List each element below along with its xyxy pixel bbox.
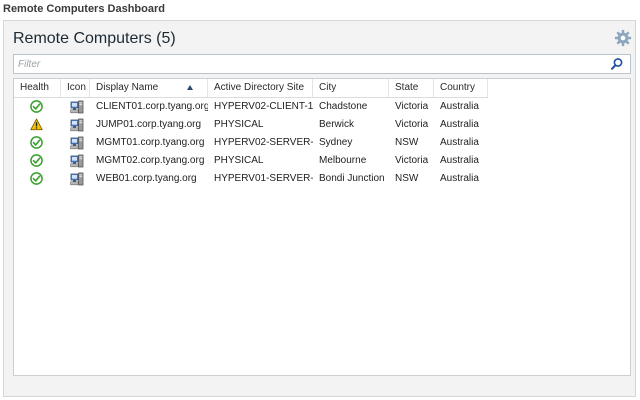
- column-header-display-name[interactable]: Display Name: [90, 79, 208, 97]
- table-row[interactable]: MGMT02.corp.tyang.org PHYSICAL Melbourne…: [14, 152, 488, 170]
- healthy-check-icon: [30, 172, 43, 185]
- computer-icon: [70, 118, 84, 132]
- panel-title: Remote Computers (5): [13, 30, 176, 47]
- display-name-cell: MGMT02.corp.tyang.org: [96, 155, 205, 166]
- display-name-cell: MGMT01.corp.tyang.org: [96, 137, 205, 148]
- country-cell: Australia: [440, 119, 479, 130]
- icon-cell: [61, 170, 90, 188]
- healthy-check-icon: [30, 100, 43, 113]
- table-row[interactable]: WEB01.corp.tyang.org HYPERV01-SERVER-1 B…: [14, 170, 488, 188]
- health-cell: [14, 152, 61, 170]
- ad-site-cell: PHYSICAL: [214, 155, 264, 166]
- city-cell: Melbourne: [319, 155, 367, 166]
- column-header-city[interactable]: City: [313, 79, 389, 97]
- health-cell: [14, 116, 61, 134]
- health-cell: [14, 170, 61, 188]
- city-cell: Chadstone: [319, 101, 368, 112]
- table-row[interactable]: MGMT01.corp.tyang.org HYPERV02-SERVER-1 …: [14, 134, 488, 152]
- table-header: Health Icon Display Name Active Director…: [14, 79, 488, 98]
- icon-cell: [61, 116, 90, 134]
- filter-box: [13, 54, 631, 74]
- state-cell: NSW: [395, 173, 419, 184]
- sort-ascending-icon: [187, 85, 193, 90]
- ad-site-cell: HYPERV01-SERVER-1: [214, 173, 313, 184]
- city-cell: Berwick: [319, 119, 355, 130]
- health-cell: [14, 134, 61, 152]
- state-cell: Victoria: [395, 101, 429, 112]
- country-cell: Australia: [440, 173, 479, 184]
- filter-input[interactable]: [16, 56, 600, 72]
- search-icon[interactable]: [610, 57, 624, 71]
- state-cell: Victoria: [395, 119, 429, 130]
- ad-site-cell: PHYSICAL: [214, 119, 264, 130]
- computer-icon: [70, 100, 84, 114]
- gear-icon[interactable]: [614, 29, 632, 47]
- country-cell: Australia: [440, 101, 479, 112]
- country-cell: Australia: [440, 137, 479, 148]
- country-cell: Australia: [440, 155, 479, 166]
- computer-icon: [70, 154, 84, 168]
- display-name-cell: CLIENT01.corp.tyang.org: [96, 101, 208, 112]
- column-header-icon[interactable]: Icon: [61, 79, 90, 97]
- icon-cell: [61, 98, 90, 116]
- column-header-country[interactable]: Country: [434, 79, 488, 97]
- health-cell: [14, 98, 61, 116]
- healthy-check-icon: [30, 136, 43, 149]
- display-name-cell: WEB01.corp.tyang.org: [96, 173, 197, 184]
- computers-table: Health Icon Display Name Active Director…: [13, 78, 631, 376]
- column-header-health[interactable]: Health: [14, 79, 61, 97]
- city-cell: Bondi Junction: [319, 173, 385, 184]
- column-header-state[interactable]: State: [389, 79, 434, 97]
- table-row[interactable]: JUMP01.corp.tyang.org PHYSICAL Berwick V…: [14, 116, 488, 134]
- ad-site-cell: HYPERV02-CLIENT-1: [214, 101, 313, 112]
- icon-cell: [61, 152, 90, 170]
- computer-icon: [70, 136, 84, 150]
- computer-icon: [70, 172, 84, 186]
- state-cell: Victoria: [395, 155, 429, 166]
- healthy-check-icon: [30, 154, 43, 167]
- icon-cell: [61, 134, 90, 152]
- city-cell: Sydney: [319, 137, 353, 148]
- column-header-display-name-label: Display Name: [96, 82, 159, 93]
- ad-site-cell: HYPERV02-SERVER-1: [214, 137, 313, 148]
- column-header-ad-site[interactable]: Active Directory Site: [208, 79, 313, 97]
- table-row[interactable]: CLIENT01.corp.tyang.org HYPERV02-CLIENT-…: [14, 98, 488, 116]
- dashboard-title: Remote Computers Dashboard: [3, 3, 165, 15]
- state-cell: NSW: [395, 137, 419, 148]
- display-name-cell: JUMP01.corp.tyang.org: [96, 119, 202, 130]
- warning-icon: [30, 118, 43, 131]
